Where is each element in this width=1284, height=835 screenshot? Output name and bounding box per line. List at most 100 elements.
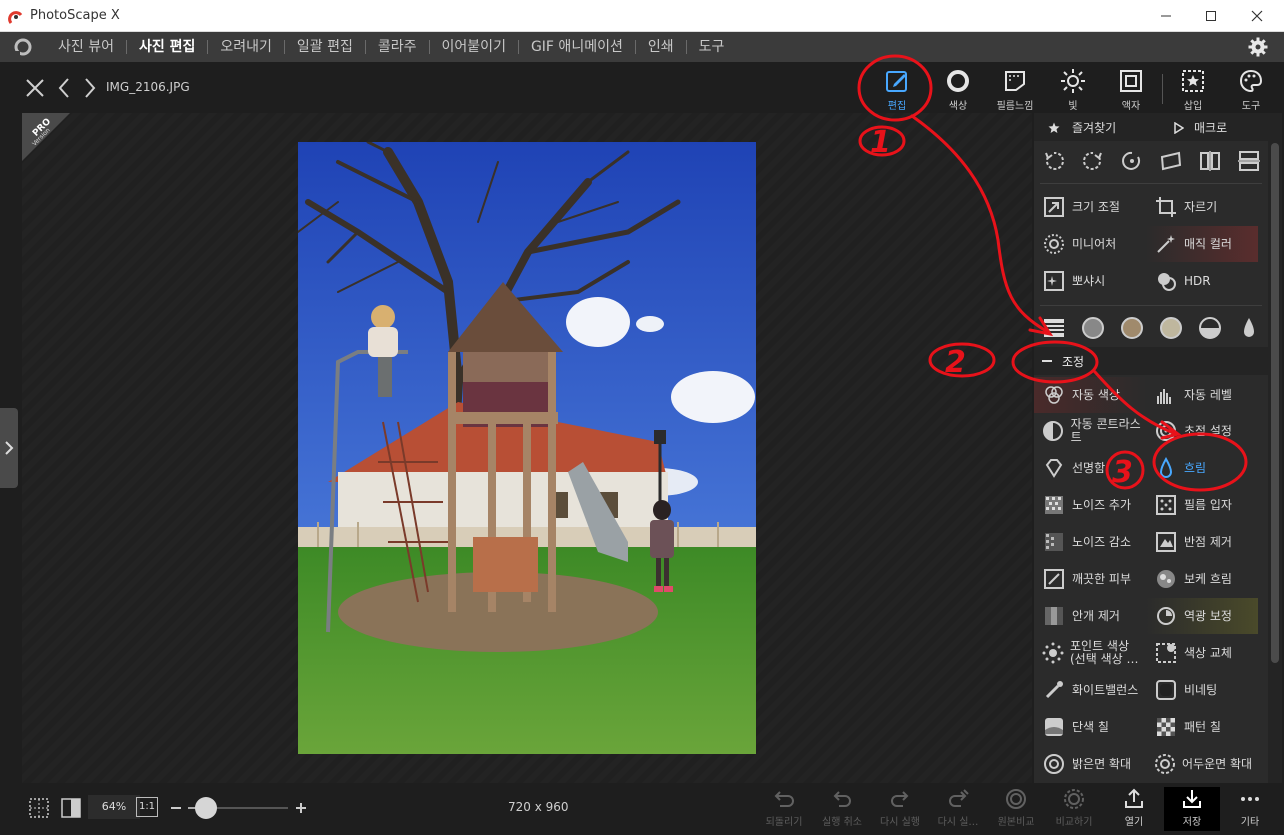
tool-pattern-fill[interactable]: 패턴 칠 [1146, 709, 1258, 745]
tab-batch[interactable]: 일괄 편집 [285, 32, 365, 62]
actual-size-button[interactable]: 1:1 [136, 797, 158, 817]
dehaze-icon [1042, 604, 1066, 628]
undo-label: 실행 취소 [822, 817, 862, 828]
tool-clean-skin[interactable]: 깨끗한 피부 [1034, 561, 1146, 597]
tool-blur[interactable]: 흐림 [1146, 450, 1258, 486]
settings-gear-icon[interactable] [1248, 37, 1268, 57]
tab-collage[interactable]: 콜라주 [366, 32, 429, 62]
tool-tab-edit[interactable]: 편집 [868, 62, 926, 114]
tool-auto-color[interactable]: 자동 색상 [1034, 377, 1146, 413]
straighten-icon[interactable] [1159, 149, 1183, 173]
selection-grid-icon[interactable] [28, 797, 50, 819]
tool-film-grain[interactable]: 필름 입자 [1146, 487, 1258, 523]
home-button[interactable] [0, 32, 46, 62]
save-label: 저장 [1182, 817, 1202, 828]
more-button[interactable]: 기타 [1222, 787, 1278, 831]
tab-cut-out[interactable]: 오려내기 [208, 32, 284, 62]
tool-backlight[interactable]: 역광 보정 [1146, 598, 1258, 634]
left-panel-toggle[interactable] [0, 408, 18, 488]
preset-light-icon[interactable] [1159, 316, 1183, 340]
tool-tab-film-label: 필름느낌 [996, 101, 1034, 112]
tool-tab-light[interactable]: 빛 [1044, 62, 1102, 114]
tool-magic-color[interactable]: 매직 컬러 [1146, 226, 1258, 262]
adjust-section-header[interactable]: 조정 [1034, 347, 1268, 375]
compare-button[interactable]: 비교하기 [1046, 787, 1102, 831]
preset-half-icon[interactable] [1198, 316, 1222, 340]
tab-photo-editor[interactable]: 사진 편집 [127, 32, 207, 62]
close-button[interactable] [1237, 4, 1277, 28]
flip-vertical-icon[interactable] [1237, 149, 1261, 173]
save-button[interactable]: 저장 [1164, 787, 1220, 831]
undo-button[interactable]: 실행 취소 [814, 787, 870, 831]
tool-hdr-label: HDR [1184, 273, 1211, 288]
panel-scrollbar[interactable] [1268, 113, 1282, 783]
tool-tab-film[interactable]: 필름느낌 [986, 62, 1044, 114]
scrollbar-thumb[interactable] [1271, 143, 1279, 663]
tool-miniature-label: 미니어처 [1072, 236, 1117, 251]
tool-reduce-noise[interactable]: 노이즈 감소 [1034, 524, 1146, 560]
close-photo-icon[interactable] [24, 77, 46, 99]
tool-auto-level[interactable]: 자동 레벨 [1146, 377, 1258, 413]
tool-expand-light[interactable]: 밝은면 확대 [1034, 746, 1146, 782]
tab-gif-animation[interactable]: GIF 애니메이션 [519, 32, 635, 62]
tab-tools[interactable]: 도구 [687, 32, 737, 62]
revert-button[interactable]: 되돌리기 [756, 787, 812, 831]
redo-button[interactable]: 다시 실행 [872, 787, 928, 831]
white-balance-icon [1042, 678, 1066, 702]
tool-solid-fill[interactable]: 단색 칠 [1034, 709, 1146, 745]
compare-original-button[interactable]: 원본비교 [988, 787, 1044, 831]
redo-all-button[interactable]: 다시 실… [930, 787, 986, 831]
zoom-level-display[interactable]: 64% [88, 795, 140, 819]
previous-photo-icon[interactable] [56, 77, 72, 99]
tool-tab-edit-label: 편집 [887, 101, 907, 112]
tool-sharpen[interactable]: 선명함 [1034, 450, 1146, 486]
preset-sepia-icon[interactable] [1120, 316, 1144, 340]
maximize-button[interactable] [1191, 4, 1231, 28]
flip-horizontal-icon[interactable] [1198, 149, 1222, 173]
minimize-button[interactable] [1146, 4, 1186, 28]
next-photo-icon[interactable] [82, 77, 98, 99]
tab-photo-viewer[interactable]: 사진 뷰어 [46, 32, 126, 62]
rotate-right-icon[interactable] [1081, 149, 1105, 173]
tool-auto-contrast[interactable]: 자동 콘트라스트 [1034, 413, 1146, 449]
ink-drop-icon[interactable] [1237, 316, 1261, 340]
auto-color-icon [1042, 383, 1066, 407]
tool-tab-color-label: 색상 [948, 101, 968, 112]
zoom-slider-knob[interactable] [195, 797, 217, 819]
tool-vignette-label: 비네팅 [1184, 682, 1218, 697]
tab-combine[interactable]: 이어붙이기 [430, 32, 518, 62]
favorites-button[interactable]: 즐겨찾기 [1072, 119, 1116, 136]
tool-hdr[interactable]: HDR [1146, 263, 1258, 299]
tool-crop[interactable]: 자르기 [1146, 189, 1258, 225]
open-button[interactable]: 열기 [1106, 787, 1162, 831]
split-view-icon[interactable] [60, 797, 82, 819]
sun-icon [1061, 69, 1085, 93]
tool-color-replace[interactable]: 색상 교체 [1146, 635, 1258, 671]
tool-tab-frame[interactable]: 액자 [1102, 62, 1160, 114]
rotate-left-icon[interactable] [1042, 149, 1066, 173]
zoom-in-icon[interactable] [295, 802, 307, 814]
tool-expand-dark[interactable]: 어두운면 확대 [1146, 746, 1258, 782]
tool-resize[interactable]: 크기 조절 [1034, 189, 1146, 225]
list-icon[interactable] [1042, 316, 1066, 340]
tool-tab-tools[interactable]: 도구 [1222, 62, 1280, 114]
tool-miniature[interactable]: 미니어처 [1034, 226, 1146, 262]
tool-tab-color[interactable]: 색상 [929, 62, 987, 114]
tool-focus[interactable]: 초점 설정 [1146, 413, 1258, 449]
preset-gray-icon[interactable] [1081, 316, 1105, 340]
tool-white-balance[interactable]: 화이트밸런스 [1034, 672, 1146, 708]
rotate-custom-icon[interactable] [1120, 149, 1144, 173]
tool-soften[interactable]: 뽀샤시 [1034, 263, 1146, 299]
chevron-right-icon [5, 441, 14, 455]
zoom-out-icon[interactable] [170, 802, 182, 814]
tool-vignette[interactable]: 비네팅 [1146, 672, 1258, 708]
tool-point-color[interactable]: 포인트 색상 (선택 색상 … [1034, 635, 1146, 671]
tool-dehaze[interactable]: 안개 제거 [1034, 598, 1146, 634]
tool-spot-remove[interactable]: 반점 제거 [1146, 524, 1258, 560]
tool-add-noise[interactable]: 노이즈 추가 [1034, 487, 1146, 523]
more-label: 기타 [1240, 817, 1260, 828]
tab-print[interactable]: 인쇄 [636, 32, 686, 62]
tool-tab-insert[interactable]: 삽입 [1164, 62, 1222, 114]
macro-button[interactable]: 매크로 [1194, 119, 1227, 136]
tool-bokeh[interactable]: 보케 흐림 [1146, 561, 1258, 597]
